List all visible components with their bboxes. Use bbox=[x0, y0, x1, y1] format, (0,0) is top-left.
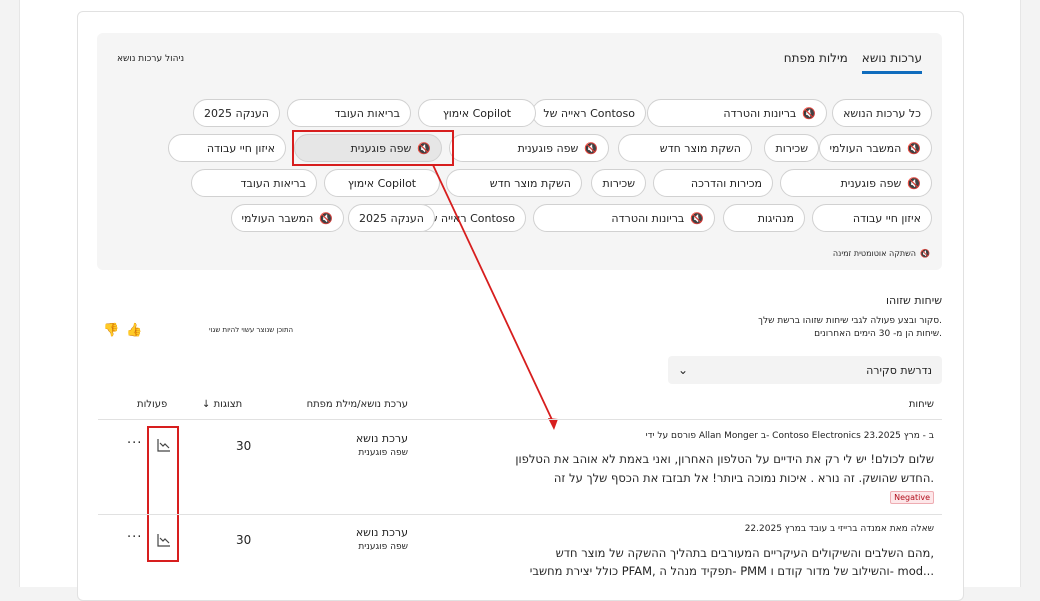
auto-mute-indicator: 🔇 השתקה אוטומטית זמינה bbox=[833, 249, 930, 258]
mute-icon: 🔇 bbox=[319, 211, 333, 225]
chip-rentals[interactable]: שכירות bbox=[764, 134, 819, 162]
chip-label: שכירות bbox=[602, 176, 635, 190]
chip-label: שפה פוגענית bbox=[517, 141, 579, 155]
ai-disclaimer: התוכן שנוצר עשוי להיות שגוי bbox=[209, 326, 294, 334]
chip-label: בריאות העובד bbox=[240, 176, 306, 190]
chip-label: אימוץ Copilot bbox=[442, 106, 512, 120]
auto-mute-label: השתקה אוטומטית זמינה bbox=[832, 249, 917, 258]
post-text-line: שלום לכולם! יש לי רק את הידיים על הטלפון… bbox=[515, 452, 934, 466]
chip-new-product-launch[interactable]: השקת מוצר חדש bbox=[618, 134, 752, 162]
chip-global-crisis[interactable]: 🔇 המשבר העולמי bbox=[818, 134, 932, 162]
trend-chart-icon[interactable] bbox=[157, 533, 171, 547]
header-conversations[interactable]: שיחות bbox=[909, 399, 934, 410]
section-title: שיחות שזוהו bbox=[886, 294, 942, 307]
view-count: 30 bbox=[236, 439, 252, 453]
chip-employee-health[interactable]: בריאות העובד bbox=[287, 99, 411, 127]
chip-label: הענקה 2025 bbox=[359, 211, 424, 225]
table-header: שיחות ערכת נושא/מילת מפתח ↓ תצוגות פעולו… bbox=[98, 396, 942, 420]
chip-label: המשבר העולמי bbox=[829, 141, 902, 155]
chip-grant-2025[interactable]: הענקה 2025 bbox=[193, 99, 280, 127]
chip-label: שכירות bbox=[775, 141, 808, 155]
sort-arrow-icon: ↓ bbox=[202, 399, 214, 410]
mute-icon: 🔇 bbox=[907, 176, 921, 190]
thumbs-down-icon[interactable]: 👎 bbox=[103, 323, 119, 338]
topic-name: שפה פוגענית bbox=[358, 542, 408, 552]
table-row[interactable]: שאלה מאת אמנדה ברייזי ב עובד במרץ 22.202… bbox=[98, 516, 942, 586]
chip-label: כל ערכות הנושא bbox=[843, 106, 921, 120]
thumbs-up-icon[interactable]: 👍 bbox=[126, 323, 142, 338]
tab-bar: ערכות נושא מילות מפתח bbox=[784, 51, 922, 74]
chip-label: ראייה של Contoso bbox=[543, 106, 635, 120]
header-topic[interactable]: ערכת נושא/מילת מפתח bbox=[307, 399, 408, 410]
chip-label: איזון חיי עבודה bbox=[852, 211, 921, 225]
topic-type: ערכת נושא bbox=[355, 526, 408, 539]
post-text-line: כולל יצירת מחשבי PFAM, תפקיד מנהל ה- PMM… bbox=[529, 564, 934, 578]
mute-icon: 🔇 bbox=[690, 211, 704, 225]
chip-work-life-balance-2[interactable]: איזון חיי עבודה bbox=[812, 204, 932, 232]
view-count: 30 bbox=[236, 533, 252, 547]
chip-label: שפה פוגענית bbox=[840, 176, 902, 190]
chip-employee-health-2[interactable]: בריאות העובד bbox=[191, 169, 317, 197]
highlight-box-chip bbox=[292, 130, 454, 166]
manage-topics-link[interactable]: ניהול ערכות נושא bbox=[117, 54, 184, 64]
header-views-label: תצוגות bbox=[213, 399, 243, 410]
chip-grant-2025-2[interactable]: הענקה 2025 bbox=[348, 204, 435, 232]
chip-label: השקת מוצר חדש bbox=[489, 176, 571, 190]
tab-topics[interactable]: ערכות נושא bbox=[861, 51, 922, 74]
trend-chart-icon[interactable] bbox=[157, 438, 171, 452]
chip-label: הענקה 2025 bbox=[204, 106, 269, 120]
chip-sales-training[interactable]: מכירות והדרכה bbox=[653, 169, 773, 197]
chip-label: מכירות והדרכה bbox=[690, 176, 762, 190]
chip-copilot[interactable]: אימוץ Copilot bbox=[418, 99, 536, 127]
tab-keywords[interactable]: מילות מפתח bbox=[784, 51, 848, 74]
chip-new-product-launch-2[interactable]: השקת מוצר חדש bbox=[446, 169, 582, 197]
chip-bullying-2[interactable]: 🔇 בריונות והטרדה bbox=[533, 204, 715, 232]
topic-type: ערכת נושא bbox=[355, 432, 408, 445]
sentiment-badge: Negative bbox=[890, 491, 934, 504]
post-meta: שאלה מאת אמנדה ברייזי ב עובד במרץ 22.202… bbox=[744, 524, 934, 534]
chip-label: המשבר העולמי bbox=[241, 211, 314, 225]
status-filter-dropdown[interactable]: נדרשת סקירה ⌄ bbox=[668, 356, 942, 384]
table-row[interactable]: פורסם על ידי Allan Monger ב- Contoso Ele… bbox=[98, 420, 942, 515]
chip-label: בריונות והטרדה bbox=[611, 211, 685, 225]
chip-offensive-language-2[interactable]: 🔇 שפה פוגענית bbox=[780, 169, 932, 197]
section-subtitle: סקור ובצע פעולה לגבי שיחות שזוהו ברשת של… bbox=[758, 316, 942, 326]
more-options-icon[interactable]: ··· bbox=[127, 436, 142, 451]
mute-icon: 🔇 bbox=[907, 141, 921, 155]
chip-label: ראייה של Contoso bbox=[423, 211, 515, 225]
chip-label: אימוץ Copilot bbox=[347, 176, 417, 190]
chip-contoso-vision[interactable]: ראייה של Contoso bbox=[532, 99, 646, 127]
chevron-down-icon: ⌄ bbox=[678, 363, 689, 377]
chip-work-life-balance[interactable]: איזון חיי עבודה bbox=[168, 134, 286, 162]
section-subtitle-2: שיחות הן מ- 30 הימים האחרונים. bbox=[814, 329, 942, 339]
post-text-line: החדש שהושק. זה נורא . איכות נמוכה ביותר!… bbox=[553, 471, 934, 485]
chip-all-topics[interactable]: כל ערכות הנושא bbox=[832, 99, 932, 127]
header-views[interactable]: ↓ תצוגות bbox=[202, 399, 242, 410]
mute-icon: 🔇 bbox=[584, 141, 598, 155]
mute-icon: 🔇 bbox=[802, 106, 816, 120]
chip-rentals-2[interactable]: שכירות bbox=[591, 169, 646, 197]
chip-offensive-language[interactable]: 🔇 שפה פוגענית bbox=[449, 134, 609, 162]
chip-label: מנהיגות bbox=[757, 211, 794, 225]
chip-copilot-2[interactable]: אימוץ Copilot bbox=[324, 169, 440, 197]
chip-label: השקת מוצר חדש bbox=[659, 141, 741, 155]
filter-panel: ערכות נושא מילות מפתח ניהול ערכות נושא כ… bbox=[97, 33, 942, 270]
chip-leadership[interactable]: מנהיגות bbox=[723, 204, 805, 232]
chip-bullying[interactable]: 🔇 בריונות והטרדה bbox=[647, 99, 827, 127]
chip-label: בריונות והטרדה bbox=[723, 106, 797, 120]
mute-icon: 🔇 bbox=[920, 249, 930, 258]
chip-label: איזון חיי עבודה bbox=[206, 141, 275, 155]
topic-name: שפה פוגענית bbox=[358, 448, 408, 458]
dropdown-label: נדרשת סקירה bbox=[866, 363, 932, 377]
post-text-line: מהם השלבים והשיקולים העיקריים המעורבים ב… bbox=[555, 546, 934, 560]
more-options-icon[interactable]: ··· bbox=[127, 530, 142, 545]
chip-global-crisis-2[interactable]: 🔇 המשבר העולמי bbox=[230, 204, 344, 232]
header-actions: פעולות bbox=[137, 399, 168, 410]
chip-label: בריאות העובד bbox=[334, 106, 400, 120]
post-meta: פורסם על ידי Allan Monger ב- Contoso Ele… bbox=[645, 431, 934, 441]
